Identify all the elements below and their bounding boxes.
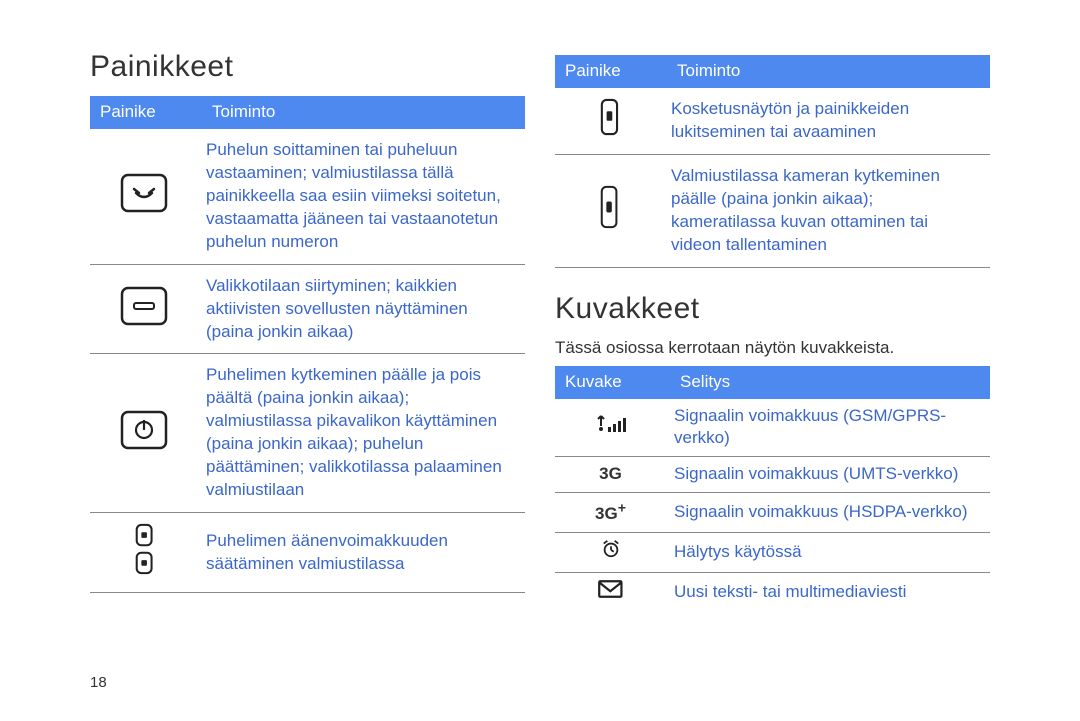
table-row: 3G+ Signaalin voimakkuus (HSDPA-verkko) [555,493,990,533]
menu-button-desc: Valikkotilaan siirtyminen; kaikkien akti… [202,264,525,354]
table-row: Puhelimen äänenvoimakkuuden säätäminen v… [90,513,525,593]
signal-3gplus-icon: 3G+ [555,493,670,533]
icons-heading: Kuvakkeet [555,292,990,326]
message-desc: Uusi teksti- tai multimediaviesti [670,572,990,611]
right-column: Painike Toiminto Kosketusnäytön ja paini… [545,0,1025,721]
page-number: 18 [90,674,107,691]
alarm-icon [555,532,670,572]
buttons-table: Painike Toiminto Puhelun soittaminen tai… [90,96,525,593]
power-button-desc: Puhelimen kytkeminen päälle ja pois pääl… [202,354,525,513]
icons-intro: Tässä osiossa kerrotaan näytön kuvakkeis… [555,338,990,358]
table-row: Hälytys käytössä [555,532,990,572]
table-row: Kosketusnäytön ja painikkeiden lukitsemi… [555,88,990,154]
col-header-function: Toiminto [667,55,990,88]
buttons-table-continued: Painike Toiminto Kosketusnäytön ja paini… [555,55,990,268]
table-row: 3G Signaalin voimakkuus (UMTS-verkko) [555,457,990,493]
menu-button-icon [90,264,202,354]
table-row: Valikkotilaan siirtyminen; kaikkien akti… [90,264,525,354]
col-header-desc: Selitys [670,366,990,399]
col-header-button: Painike [555,55,667,88]
table-row: Uusi teksti- tai multimediaviesti [555,572,990,611]
table-row: Signaalin voimakkuus (GSM/GPRS-verkko) [555,399,990,457]
signal-gsm-icon [555,399,670,457]
lock-button-desc: Kosketusnäytön ja painikkeiden lukitsemi… [667,88,990,154]
alarm-desc: Hälytys käytössä [670,532,990,572]
camera-button-icon [555,154,667,267]
col-header-button: Painike [90,96,202,129]
message-icon [555,572,670,611]
call-button-icon [90,129,202,264]
volume-button-desc: Puhelimen äänenvoimakkuuden säätäminen v… [202,513,525,593]
icons-table: Kuvake Selitys Signaalin voimakkuus (GSM… [555,366,990,612]
lock-button-icon [555,88,667,154]
col-header-function: Toiminto [202,96,525,129]
signal-3gplus-desc: Signaalin voimakkuus (HSDPA-verkko) [670,493,990,533]
buttons-heading: Painikkeet [90,50,525,84]
call-button-desc: Puhelun soittaminen tai puheluun vastaam… [202,129,525,264]
volume-button-icon [90,513,202,593]
signal-gsm-desc: Signaalin voimakkuus (GSM/GPRS-verkko) [670,399,990,457]
table-row: Valmiustilassa kameran kytkeminen päälle… [555,154,990,267]
manual-page: Painikkeet Painike Toiminto Puhelun soit… [0,0,1080,721]
camera-button-desc: Valmiustilassa kameran kytkeminen päälle… [667,154,990,267]
signal-3g-icon: 3G [555,457,670,493]
table-row: Puhelimen kytkeminen päälle ja pois pääl… [90,354,525,513]
left-column: Painikkeet Painike Toiminto Puhelun soit… [55,0,545,721]
col-header-icon: Kuvake [555,366,670,399]
table-row: Puhelun soittaminen tai puheluun vastaam… [90,129,525,264]
power-button-icon [90,354,202,513]
signal-3g-desc: Signaalin voimakkuus (UMTS-verkko) [670,457,990,493]
